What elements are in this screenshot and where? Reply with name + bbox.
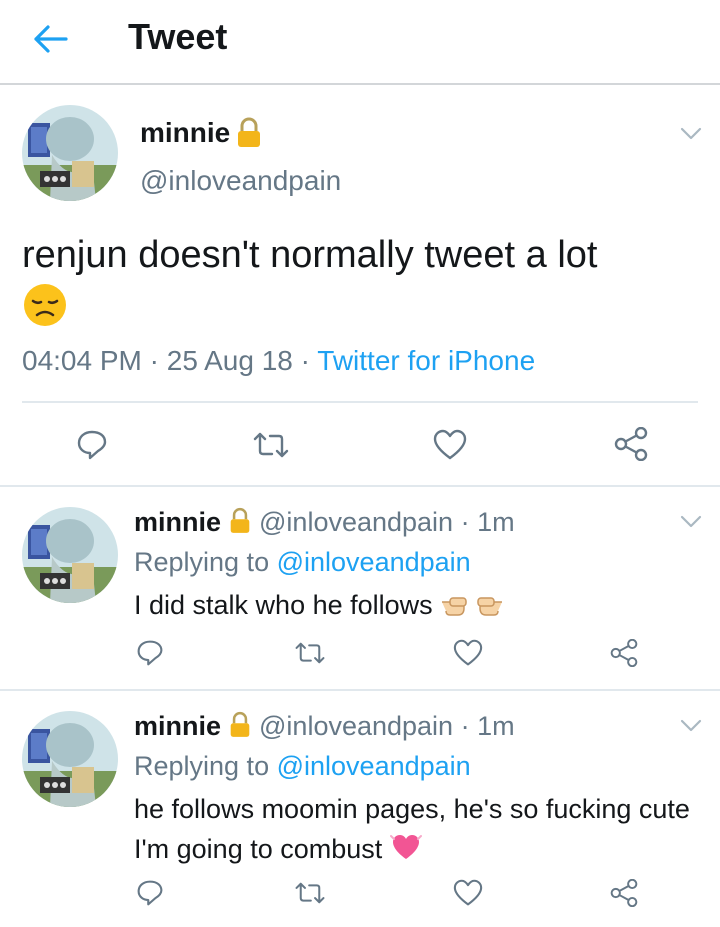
replying-to: Replying to @inloveandpain [134, 751, 471, 782]
replying-to-handle[interactable]: @inloveandpain [277, 547, 471, 577]
share-icon[interactable] [614, 427, 648, 461]
page-title: Tweet [128, 16, 228, 57]
like-icon[interactable] [433, 429, 467, 461]
divider [22, 401, 698, 403]
tweet-text-content: renjun doesn't normally tweet a lot [22, 234, 598, 276]
reply-icon[interactable] [76, 429, 108, 461]
main-tweet: minnie @inloveandpain renjun doesn't nor… [0, 87, 720, 487]
replying-to-handle[interactable]: @inloveandpain [277, 751, 471, 781]
time-ago: 1m [477, 711, 515, 741]
share-icon[interactable] [610, 639, 638, 667]
reply-icon[interactable] [136, 879, 164, 907]
replying-to: Replying to @inloveandpain [134, 547, 471, 578]
user-handle[interactable]: @inloveandpain [259, 711, 453, 741]
chevron-down-icon[interactable] [680, 719, 702, 733]
share-icon[interactable] [610, 879, 638, 907]
chevron-down-icon[interactable] [680, 515, 702, 529]
tweet-metadata: 04:04 PM · 25 Aug 18 · Twitter for iPhon… [22, 345, 535, 377]
like-icon[interactable] [453, 879, 483, 907]
lock-icon [230, 711, 250, 737]
chevron-down-icon[interactable] [680, 127, 702, 141]
tweet-source-link[interactable]: Twitter for iPhone [317, 345, 535, 376]
user-handle[interactable]: @inloveandpain [259, 507, 453, 537]
avatar[interactable] [22, 711, 118, 807]
display-name[interactable]: minnie [134, 507, 221, 537]
like-icon[interactable] [453, 639, 483, 667]
meta-separator: · [453, 507, 478, 537]
avatar[interactable] [22, 105, 118, 201]
display-name[interactable]: minnie [140, 117, 230, 149]
reply-icon[interactable] [136, 639, 164, 667]
display-name[interactable]: minnie [134, 711, 221, 741]
top-bar: Tweet [0, 0, 720, 85]
meta-separator: · [453, 711, 478, 741]
replying-label: Replying to [134, 751, 270, 781]
reply-header: minnie @inloveandpain · 1m [134, 507, 515, 538]
avatar[interactable] [22, 507, 118, 603]
time-ago: 1m [477, 507, 515, 537]
tweet-date: 25 Aug 18 [166, 345, 293, 376]
tweet-text: he follows moomin pages, he's so fucking… [134, 789, 694, 869]
reply-tweet[interactable]: minnie @inloveandpain · 1m Replying to @i… [0, 691, 720, 927]
retweet-icon[interactable] [294, 881, 326, 905]
lock-icon [238, 117, 260, 147]
retweet-icon[interactable] [294, 641, 326, 665]
avatar-image [22, 711, 118, 807]
avatar-image [22, 507, 118, 603]
tweet-time: 04:04 PM [22, 345, 142, 376]
reply-tweet[interactable]: minnie @inloveandpain · 1m Replying to @i… [0, 489, 720, 689]
tweet-text-content: I did stalk who he follows [134, 590, 433, 620]
disappointed-face-emoji [24, 283, 66, 326]
back-arrow-icon[interactable] [32, 24, 68, 54]
meta-separator: · [300, 345, 318, 376]
replying-label: Replying to [134, 547, 270, 577]
avatar-image [22, 105, 118, 201]
tweet-text: I did stalk who he follows [134, 585, 694, 625]
pointing-hands-emoji [442, 597, 503, 616]
meta-separator: · [149, 345, 167, 376]
user-handle[interactable]: @inloveandpain [140, 165, 341, 197]
reply-header: minnie @inloveandpain · 1m [134, 711, 515, 742]
retweet-icon[interactable] [252, 431, 290, 459]
lock-icon [230, 507, 250, 533]
tweet-text: renjun doesn't normally tweet a lot [22, 231, 698, 328]
growing-heart-emoji [389, 835, 422, 859]
